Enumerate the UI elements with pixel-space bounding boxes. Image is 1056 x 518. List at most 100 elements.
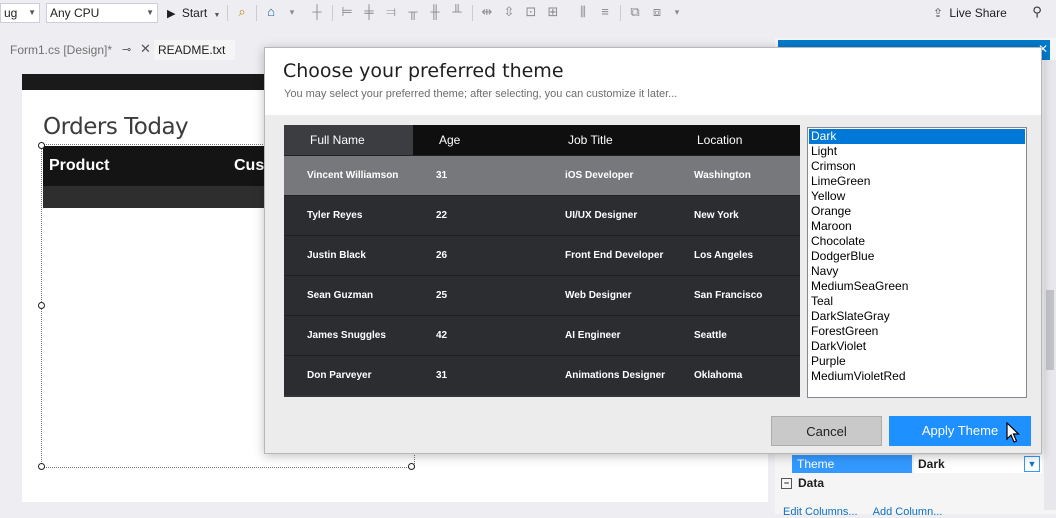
theme-option-crimson[interactable]: Crimson bbox=[809, 159, 1025, 174]
cell-age: 31 bbox=[436, 170, 448, 181]
property-category-data[interactable]: − Data bbox=[781, 476, 824, 490]
home-icon[interactable]: ⌂ bbox=[264, 5, 278, 19]
theme-option-teal[interactable]: Teal bbox=[809, 294, 1025, 309]
align-left-icon[interactable]: ⊨ bbox=[340, 5, 354, 19]
dialog-header: Choose your preferred theme You may sele… bbox=[265, 48, 1041, 115]
same-width-icon[interactable]: ⇹ bbox=[480, 5, 494, 19]
theme-option-purple[interactable]: Purple bbox=[809, 354, 1025, 369]
tab-label: Form1.cs [Design]* bbox=[10, 43, 113, 57]
cell-age: 26 bbox=[436, 250, 448, 261]
align-middle-icon[interactable]: ╫ bbox=[428, 5, 442, 19]
theme-option-mediumvioletred[interactable]: MediumVioletRed bbox=[809, 369, 1025, 384]
cancel-button[interactable]: Cancel bbox=[771, 416, 882, 446]
edit-columns-link[interactable]: Edit Columns... bbox=[783, 506, 858, 518]
cell-age: 31 bbox=[436, 370, 448, 381]
cell-location: Los Angeles bbox=[694, 250, 754, 261]
toolbar-separator bbox=[620, 5, 621, 21]
align-center-icon[interactable]: ╪ bbox=[362, 5, 376, 19]
property-name-theme: Theme bbox=[792, 455, 912, 473]
align-bottom-icon[interactable]: ╨ bbox=[450, 5, 464, 19]
toolbar-separator bbox=[227, 5, 228, 21]
theme-preview-grid: Full Name Age Job Title Location Vincent… bbox=[284, 125, 800, 397]
theme-option-darkviolet[interactable]: DarkViolet bbox=[809, 339, 1025, 354]
table-row[interactable]: Vincent Williamson 31 iOS Developer Wash… bbox=[284, 155, 800, 195]
cell-full-name: Sean Guzman bbox=[307, 290, 374, 301]
send-to-back-icon[interactable]: ⧈ bbox=[650, 5, 664, 19]
start-label: Start bbox=[181, 6, 208, 20]
property-row-theme[interactable]: Theme Dark ▼ bbox=[792, 455, 1042, 473]
cell-location: San Francisco bbox=[694, 290, 763, 301]
table-row[interactable]: Sean Guzman 25 Web Designer San Francisc… bbox=[284, 275, 800, 315]
theme-option-forestgreen[interactable]: ForestGreen bbox=[809, 324, 1025, 339]
resize-handle[interactable] bbox=[408, 463, 415, 470]
table-row[interactable]: Justin Black 26 Front End Developer Los … bbox=[284, 235, 800, 275]
tab-form1-design[interactable]: Form1.cs [Design]* ⊸ ✕ bbox=[6, 40, 162, 60]
play-icon: ▶ bbox=[167, 8, 176, 20]
resize-handle[interactable] bbox=[38, 302, 45, 309]
properties-scrollbar[interactable] bbox=[1044, 60, 1056, 510]
cursor-icon bbox=[1006, 422, 1020, 443]
size-to-grid-icon[interactable]: ⊞ bbox=[546, 5, 560, 19]
dialog-subtitle: You may select your preferred theme; aft… bbox=[284, 88, 678, 100]
theme-option-maroon[interactable]: Maroon bbox=[809, 219, 1025, 234]
table-row[interactable]: Tyler Reyes 22 UI/UX Designer New York bbox=[284, 195, 800, 235]
live-share-button[interactable]: ⇪ Live Share bbox=[933, 4, 1007, 22]
theme-listbox[interactable]: Dark Light Crimson LimeGreen Yellow Oran… bbox=[807, 127, 1027, 398]
find-icon[interactable]: ⌕ bbox=[235, 5, 249, 19]
align-top-icon[interactable]: ╥ bbox=[406, 5, 420, 19]
chevron-down-icon[interactable]: ▾ bbox=[670, 5, 684, 19]
table-row[interactable]: Don Parveyer 31 Animations Designer Okla… bbox=[284, 355, 800, 395]
form-title-label[interactable]: Orders Today bbox=[43, 114, 189, 140]
theme-option-orange[interactable]: Orange bbox=[809, 204, 1025, 219]
scrollbar-thumb[interactable] bbox=[1046, 290, 1054, 370]
add-column-link[interactable]: Add Column... bbox=[873, 506, 943, 518]
same-height-icon[interactable]: ⇳ bbox=[502, 5, 516, 19]
cell-location: Seattle bbox=[694, 330, 727, 341]
theme-option-light[interactable]: Light bbox=[809, 144, 1025, 159]
close-icon[interactable]: ✕ bbox=[140, 39, 151, 59]
toolbar: ug ▼ Any CPU ▼ ▶ Start ▼ ⌕ ⌂ ▾ ┼ ⊨ ╪ ⫤ ╥… bbox=[0, 0, 1056, 28]
tab-readme[interactable]: README.txt bbox=[154, 40, 236, 60]
dialog-title: Choose your preferred theme bbox=[283, 60, 564, 82]
resize-handle[interactable] bbox=[38, 142, 45, 149]
theme-value-text: Dark bbox=[918, 457, 945, 471]
bring-to-front-icon[interactable]: ⧉ bbox=[628, 5, 642, 19]
cell-full-name: Don Parveyer bbox=[307, 370, 372, 381]
theme-option-dodgerblue[interactable]: DodgerBlue bbox=[809, 249, 1025, 264]
cell-job-title: Animations Designer bbox=[565, 370, 666, 381]
theme-option-limegreen[interactable]: LimeGreen bbox=[809, 174, 1025, 189]
spacing-vertical-icon[interactable]: ≡ bbox=[598, 5, 612, 19]
chevron-down-icon[interactable]: ▼ bbox=[1024, 456, 1040, 472]
cell-full-name: Justin Black bbox=[307, 250, 366, 261]
column-header-location: Location bbox=[697, 133, 743, 147]
chevron-down-icon: ▼ bbox=[213, 12, 221, 19]
cell-location: Washington bbox=[694, 170, 751, 181]
theme-option-navy[interactable]: Navy bbox=[809, 264, 1025, 279]
theme-option-chocolate[interactable]: Chocolate bbox=[809, 234, 1025, 249]
configuration-combo[interactable]: ug ▼ bbox=[0, 3, 40, 23]
toolbar-separator bbox=[332, 5, 333, 21]
theme-dialog: Choose your preferred theme You may sele… bbox=[264, 47, 1042, 454]
pin-icon[interactable]: ⊸ bbox=[122, 40, 131, 60]
chevron-down-icon: ▼ bbox=[146, 8, 154, 17]
align-grid-icon[interactable]: ┼ bbox=[310, 5, 324, 19]
category-label: Data bbox=[798, 476, 825, 490]
platform-combo[interactable]: Any CPU ▼ bbox=[46, 3, 158, 23]
align-right-icon[interactable]: ⫤ bbox=[384, 5, 398, 19]
table-row[interactable]: James Snuggles 42 AI Engineer Seattle bbox=[284, 315, 800, 355]
theme-option-yellow[interactable]: Yellow bbox=[809, 189, 1025, 204]
start-button[interactable]: ▶ Start ▼ bbox=[167, 4, 220, 22]
person-icon[interactable]: ⚲ bbox=[1030, 5, 1044, 19]
cell-full-name: Vincent Williamson bbox=[307, 170, 399, 181]
cell-location: Oklahoma bbox=[694, 370, 743, 381]
cell-age: 42 bbox=[436, 330, 448, 341]
same-size-icon[interactable]: ⊡ bbox=[524, 5, 538, 19]
property-value-theme[interactable]: Dark ▼ bbox=[914, 455, 1042, 473]
theme-option-darkslategray[interactable]: DarkSlateGray bbox=[809, 309, 1025, 324]
theme-option-dark[interactable]: Dark bbox=[809, 129, 1025, 144]
chevron-down-icon[interactable]: ▾ bbox=[285, 5, 299, 19]
collapse-icon[interactable]: − bbox=[781, 478, 792, 490]
spacing-horizontal-icon[interactable]: ⫼ bbox=[576, 5, 590, 19]
resize-handle[interactable] bbox=[38, 463, 45, 470]
theme-option-mediumseagreen[interactable]: MediumSeaGreen bbox=[809, 279, 1025, 294]
